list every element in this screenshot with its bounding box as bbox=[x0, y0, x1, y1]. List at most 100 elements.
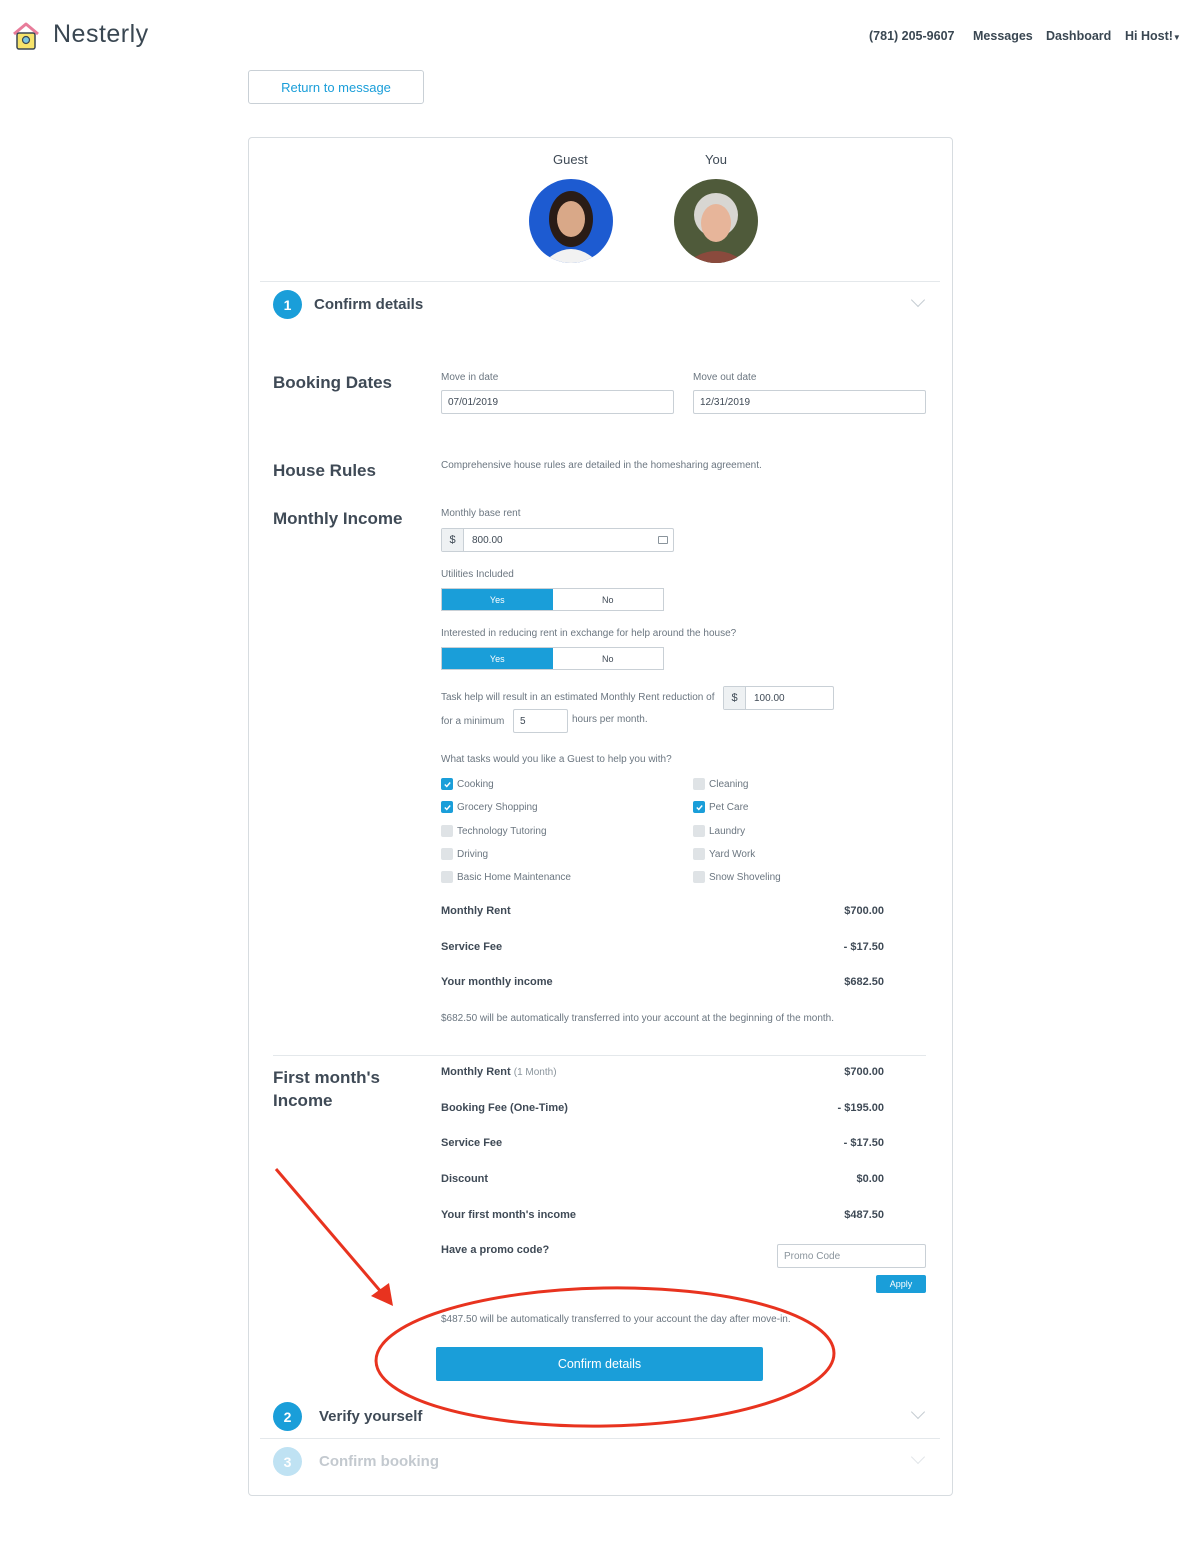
task-label: Yard Work bbox=[709, 848, 756, 860]
reduce-rent-toggle: Yes No bbox=[441, 647, 664, 670]
divider bbox=[260, 1438, 940, 1439]
divider bbox=[260, 281, 940, 282]
task-label: Cooking bbox=[457, 778, 494, 790]
promo-code-input[interactable]: Promo Code bbox=[777, 1244, 926, 1268]
first-month-title-line2: Income bbox=[273, 1091, 333, 1110]
unchecked-box-icon bbox=[693, 871, 705, 883]
step-2-badge: 2 bbox=[273, 1402, 302, 1431]
house-rules-text: Comprehensive house rules are detailed i… bbox=[441, 460, 762, 471]
first-month-title: First month's Income bbox=[273, 1066, 380, 1112]
task-checkbox-technology-tutoring[interactable]: Technology Tutoring bbox=[441, 825, 547, 837]
minimum-prefix: for a minimum bbox=[441, 716, 505, 727]
caret-down-icon: ▼ bbox=[1172, 33, 1181, 42]
reduce-no-button[interactable]: No bbox=[553, 648, 664, 669]
nav-user-menu[interactable]: Hi Host!▼ bbox=[1125, 29, 1181, 43]
booking-fee-value: - $195.00 bbox=[837, 1102, 884, 1114]
currency-addon: $ bbox=[442, 529, 464, 551]
tasks-label: What tasks would you like a Guest to hel… bbox=[441, 754, 672, 765]
task-checkbox-pet-care[interactable]: Pet Care bbox=[693, 801, 748, 813]
first-monthly-rent-label: Monthly Rent (1 Month) bbox=[441, 1066, 557, 1078]
first-month-income-value: $487.50 bbox=[844, 1209, 884, 1221]
task-checkbox-cleaning[interactable]: Cleaning bbox=[693, 778, 748, 790]
summary-monthly-income-label: Your monthly income bbox=[441, 976, 553, 988]
first-month-transfer-note: $487.50 will be automatically transferre… bbox=[441, 1314, 791, 1325]
task-label: Cleaning bbox=[709, 778, 749, 790]
currency-addon: $ bbox=[724, 687, 746, 709]
checkmark-icon bbox=[441, 778, 453, 790]
confirm-details-button[interactable]: Confirm details bbox=[436, 1347, 763, 1381]
unchecked-box-icon bbox=[441, 871, 453, 883]
host-avatar bbox=[674, 179, 758, 263]
utilities-no-button[interactable]: No bbox=[553, 589, 664, 610]
unchecked-box-icon bbox=[693, 848, 705, 860]
monthly-transfer-note: $682.50 will be automatically transferre… bbox=[441, 1013, 835, 1024]
move-out-date-input[interactable]: 12/31/2019 bbox=[693, 390, 926, 414]
promo-code-label: Have a promo code? bbox=[441, 1244, 550, 1256]
calculator-icon bbox=[658, 536, 668, 544]
booking-card bbox=[248, 137, 953, 1496]
task-label: Basic Home Maintenance bbox=[457, 871, 571, 883]
minimum-suffix: hours per month. bbox=[572, 714, 648, 725]
task-checkbox-driving[interactable]: Driving bbox=[441, 848, 488, 860]
row-sub: (1 Month) bbox=[513, 1067, 557, 1078]
summary-monthly-rent-label: Monthly Rent bbox=[441, 905, 511, 917]
summary-monthly-rent-value: $700.00 bbox=[844, 905, 884, 917]
booking-fee-label: Booking Fee (One-Time) bbox=[441, 1102, 568, 1114]
step-1-badge: 1 bbox=[273, 290, 302, 319]
logo-icon[interactable] bbox=[10, 20, 42, 52]
divider bbox=[273, 1055, 926, 1056]
base-rent-value: 800.00 bbox=[472, 534, 503, 546]
reduction-value: 100.00 bbox=[754, 692, 785, 704]
reduce-rent-label: Interested in reducing rent in exchange … bbox=[441, 628, 737, 639]
user-menu-label: Hi Host! bbox=[1125, 29, 1173, 43]
base-rent-input[interactable]: $ 800.00 bbox=[441, 528, 674, 552]
return-to-message-button[interactable]: Return to message bbox=[248, 70, 424, 104]
you-label: You bbox=[705, 152, 727, 167]
step-3-title: Confirm booking bbox=[319, 1453, 439, 1470]
move-out-value: 12/31/2019 bbox=[700, 396, 751, 408]
guest-label: Guest bbox=[553, 152, 588, 167]
task-checkbox-grocery-shopping[interactable]: Grocery Shopping bbox=[441, 801, 538, 813]
step-3-badge: 3 bbox=[273, 1447, 302, 1476]
apply-promo-button[interactable]: Apply bbox=[876, 1275, 926, 1293]
task-checkbox-laundry[interactable]: Laundry bbox=[693, 825, 745, 837]
discount-value: $0.00 bbox=[856, 1173, 884, 1185]
task-checkbox-yard-work[interactable]: Yard Work bbox=[693, 848, 755, 860]
discount-label: Discount bbox=[441, 1173, 489, 1185]
monthly-income-title: Monthly Income bbox=[273, 509, 403, 528]
move-out-label: Move out date bbox=[693, 372, 757, 383]
task-checkbox-snow-shoveling[interactable]: Snow Shoveling bbox=[693, 871, 781, 883]
utilities-yes-button[interactable]: Yes bbox=[442, 589, 553, 610]
unchecked-box-icon bbox=[441, 825, 453, 837]
task-label: Pet Care bbox=[709, 801, 749, 813]
task-checkbox-basic-home-maintenance[interactable]: Basic Home Maintenance bbox=[441, 871, 571, 883]
house-rules-title: House Rules bbox=[273, 461, 376, 480]
task-label: Technology Tutoring bbox=[457, 825, 547, 837]
first-monthly-rent-value: $700.00 bbox=[844, 1066, 884, 1078]
reduce-yes-button[interactable]: Yes bbox=[442, 648, 553, 669]
row-label: Monthly Rent bbox=[441, 1066, 511, 1078]
move-in-label: Move in date bbox=[441, 372, 499, 383]
minimum-hours-value: 5 bbox=[520, 715, 526, 727]
summary-service-fee-value: - $17.50 bbox=[843, 941, 884, 953]
first-service-fee-label: Service Fee bbox=[441, 1137, 503, 1149]
utilities-label: Utilities Included bbox=[441, 569, 514, 580]
nav-dashboard[interactable]: Dashboard bbox=[1046, 29, 1111, 43]
nav-phone[interactable]: (781) 205-9607 bbox=[869, 29, 954, 43]
first-month-title-line1: First month's bbox=[273, 1068, 380, 1087]
move-in-value: 07/01/2019 bbox=[448, 396, 499, 408]
step-2-title[interactable]: Verify yourself bbox=[319, 1408, 422, 1425]
step-1-title[interactable]: Confirm details bbox=[314, 296, 423, 313]
brand-name[interactable]: Nesterly bbox=[53, 20, 149, 49]
task-label: Driving bbox=[457, 848, 489, 860]
minimum-hours-input[interactable]: 5 bbox=[513, 709, 568, 733]
task-label: Laundry bbox=[709, 825, 746, 837]
nav-messages[interactable]: Messages bbox=[973, 29, 1033, 43]
utilities-toggle: Yes No bbox=[441, 588, 664, 611]
unchecked-box-icon bbox=[693, 825, 705, 837]
reduction-input[interactable]: $ 100.00 bbox=[723, 686, 834, 710]
move-in-date-input[interactable]: 07/01/2019 bbox=[441, 390, 674, 414]
task-checkbox-cooking[interactable]: Cooking bbox=[441, 778, 494, 790]
summary-monthly-income-value: $682.50 bbox=[844, 976, 884, 988]
task-label: Snow Shoveling bbox=[709, 871, 781, 883]
